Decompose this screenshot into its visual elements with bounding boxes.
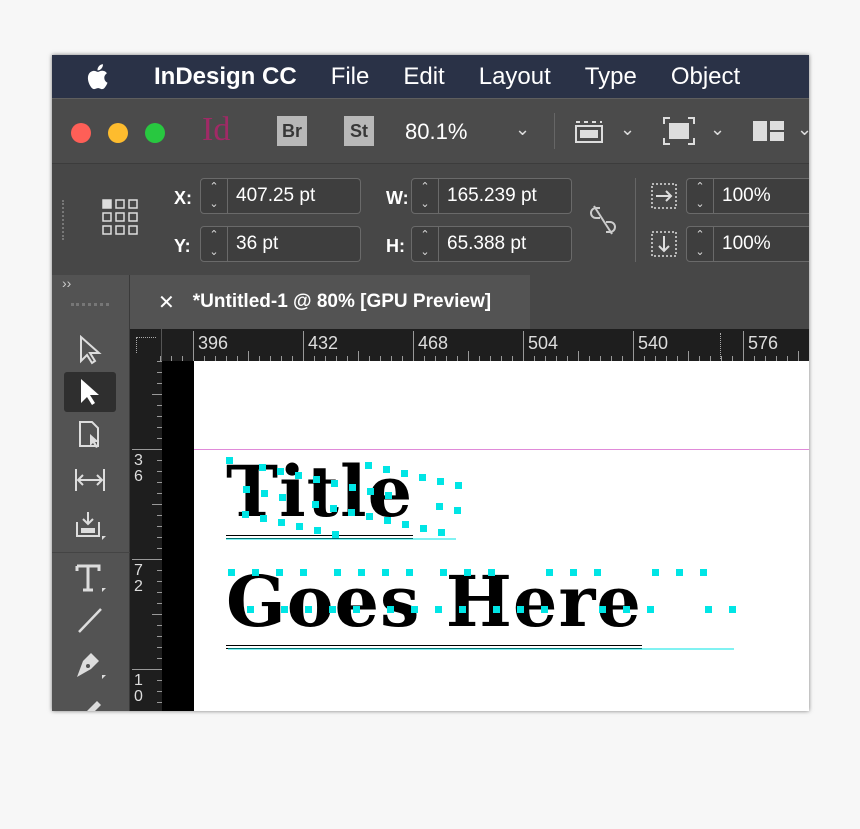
h-stepper[interactable]: ⌃ ⌄ — [411, 226, 439, 262]
application-bar: Id Br St 80.1% ⌄ ⌄ ⌄ ⌄ — [52, 98, 809, 163]
arrange-dropdown-icon[interactable]: ⌄ — [797, 119, 809, 140]
page-tool-icon — [79, 421, 99, 448]
scale-x-field[interactable]: 100% — [714, 178, 809, 214]
x-label: X: — [174, 188, 192, 208]
content-collector-tool[interactable] — [64, 505, 116, 545]
document-tab[interactable]: ✕ *Untitled-1 @ 80% [GPU Preview] — [130, 275, 530, 329]
stock-button[interactable]: St — [344, 116, 374, 146]
scale-y-stepper[interactable]: ⌃ ⌄ — [686, 226, 714, 262]
pencil-tool-icon — [87, 701, 101, 711]
ruler-label: 576 — [748, 333, 779, 353]
document-tab-bar: ✕ *Untitled-1 @ 80% [GPU Preview] — [130, 275, 809, 329]
screen-mode-icon[interactable] — [662, 116, 696, 151]
bridge-button[interactable]: Br — [277, 116, 307, 146]
menu-type[interactable]: Type — [585, 63, 637, 91]
gap-tool[interactable] — [64, 460, 116, 500]
close-tab-icon[interactable]: ✕ — [158, 290, 175, 315]
y-stepper[interactable]: ⌃ ⌄ — [200, 226, 228, 262]
direct-selection-arrow-icon — [81, 379, 99, 405]
content-collector-icon — [76, 512, 106, 540]
horizontal-ruler[interactable]: 396 432 468 504 540 576 — [130, 329, 809, 361]
scale-x-stepper[interactable]: ⌃ ⌄ — [686, 178, 714, 214]
panel-grip[interactable] — [62, 200, 66, 240]
menu-app-name[interactable]: InDesign CC — [154, 63, 297, 91]
ruler-label: 504 — [528, 333, 559, 353]
line-tool[interactable] — [64, 600, 116, 640]
menu-layout[interactable]: Layout — [479, 63, 551, 91]
ruler-origin[interactable] — [130, 329, 162, 361]
apple-icon[interactable] — [86, 63, 136, 90]
pasteboard — [162, 361, 194, 711]
zoom-window-button[interactable] — [145, 123, 165, 143]
type-tool[interactable] — [64, 558, 116, 598]
panel-grip[interactable] — [71, 303, 109, 307]
pen-tool-icon — [77, 653, 106, 679]
w-label: W: — [386, 188, 409, 208]
pencil-tool[interactable] — [64, 687, 116, 711]
direct-selection-tool[interactable] — [64, 372, 116, 412]
w-stepper[interactable]: ⌃ ⌄ — [411, 178, 439, 214]
menu-edit[interactable]: Edit — [403, 63, 444, 91]
zoom-level[interactable]: 80.1% — [405, 119, 467, 145]
arrange-documents-icon[interactable] — [752, 119, 786, 148]
view-options-icon[interactable] — [572, 116, 608, 151]
line-tool-icon — [78, 608, 102, 633]
h-label: H: — [386, 236, 405, 256]
view-options-dropdown-icon[interactable]: ⌄ — [620, 119, 635, 140]
minimize-window-button[interactable] — [108, 123, 128, 143]
zoom-dropdown-icon[interactable]: ⌄ — [515, 119, 530, 140]
vertical-ruler[interactable]: 36 72 10 — [130, 361, 162, 711]
ruler-cursor-marker — [720, 333, 721, 359]
control-panel: X: ⌃ ⌄ 407.25 pt Y: ⌃ ⌄ 36 pt W: ⌃ ⌄ 165.23… — [52, 163, 809, 275]
menu-bar: InDesign CC File Edit Layout Type Object — [52, 55, 809, 98]
close-window-button[interactable] — [71, 123, 91, 143]
tools-panel: ›› — [52, 275, 130, 711]
menu-file[interactable]: File — [331, 63, 370, 91]
title-text-line-1[interactable]: Title — [226, 450, 414, 539]
ruler-label: 432 — [308, 333, 339, 353]
ruler-label: 72 — [134, 562, 143, 595]
reference-point-icon[interactable] — [101, 198, 139, 241]
ruler-label: 36 — [134, 452, 143, 485]
scale-y-field[interactable]: 100% — [714, 226, 809, 262]
page-tool[interactable] — [64, 415, 116, 455]
screen-mode-dropdown-icon[interactable]: ⌄ — [710, 119, 725, 140]
menu-object[interactable]: Object — [671, 63, 740, 91]
document-tab-title: *Untitled-1 @ 80% [GPU Preview] — [192, 291, 492, 312]
pen-tool[interactable] — [64, 645, 116, 685]
x-field[interactable]: 407.25 pt — [228, 178, 361, 214]
y-field[interactable]: 36 pt — [228, 226, 361, 262]
title-text-line-2[interactable]: Goes Here — [226, 560, 642, 649]
indesign-logo: Id — [202, 111, 231, 148]
collapse-panel-icon[interactable]: ›› — [62, 275, 71, 291]
scale-x-icon — [650, 182, 678, 215]
ruler-label: 540 — [638, 333, 669, 353]
document-page[interactable]: Title Goes Here — [194, 361, 809, 711]
type-tool-icon — [75, 564, 106, 592]
constrain-proportions-icon[interactable] — [590, 204, 616, 241]
indesign-window: InDesign CC File Edit Layout Type Object… — [52, 55, 809, 711]
h-field[interactable]: 65.388 pt — [439, 226, 572, 262]
ruler-label: 396 — [198, 333, 229, 353]
selection-tool[interactable] — [64, 330, 116, 370]
gap-tool-icon — [75, 469, 105, 491]
scale-y-icon — [650, 230, 678, 263]
tool-separator — [52, 552, 130, 553]
ruler-label: 468 — [418, 333, 449, 353]
y-label: Y: — [174, 236, 191, 256]
selection-arrow-icon — [80, 335, 102, 365]
ruler-label: 10 — [134, 672, 143, 705]
x-stepper[interactable]: ⌃ ⌄ — [200, 178, 228, 214]
w-field[interactable]: 165.239 pt — [439, 178, 572, 214]
